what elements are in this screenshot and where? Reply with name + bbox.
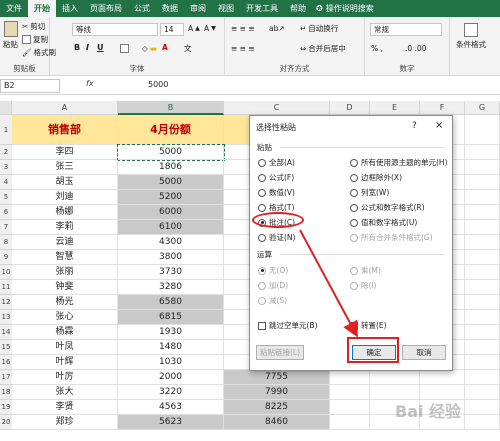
watermark-logo: Bai 经验 [395, 402, 462, 421]
annotation-arrow [299, 229, 358, 338]
